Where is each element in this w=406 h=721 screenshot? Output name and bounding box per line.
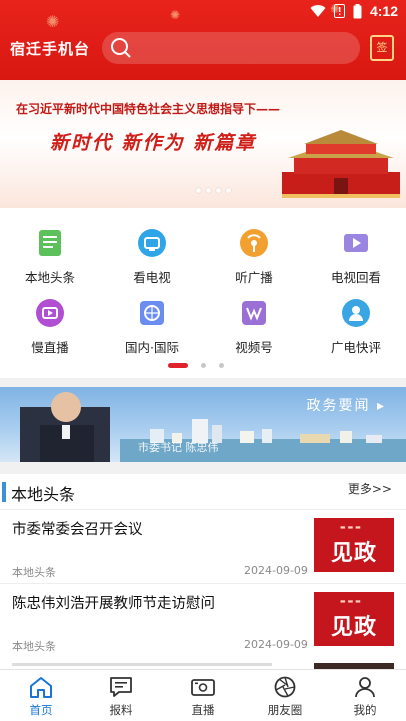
wifi-icon [310, 5, 326, 18]
banner-slogan: 新时代 新作为 新篇章 [50, 132, 257, 154]
grid-label: 看电视 [133, 270, 171, 285]
divider [0, 378, 406, 387]
tab-report[interactable]: 报料 [86, 676, 156, 718]
sign-in-button[interactable]: 签 [370, 35, 394, 61]
grid-item-quick-commentary[interactable]: 广电快评 [306, 296, 406, 356]
thumbnail-text: 见政 [330, 614, 377, 640]
status-time: 4:12 [369, 3, 398, 19]
news-list-item[interactable]: 市委常委会召开会议 本地头条 2024-09-09 ▬ ▬ ▬ 见政 [0, 510, 406, 584]
gov-news-banner[interactable]: 政务要闻 ▸ 市委书记 陈忠伟 [0, 387, 406, 462]
more-link[interactable]: 更多>> [348, 480, 392, 497]
thumbnail-brand-icon: ▬ ▬ ▬ [340, 598, 361, 605]
grid-label: 广电快评 [330, 340, 381, 355]
banner-indicator [196, 188, 231, 193]
grid-label: 视频号 [235, 340, 273, 355]
grid-label: 本地头条 [24, 270, 75, 285]
tab-label: 我的 [353, 703, 377, 717]
slow-live-icon [33, 296, 67, 330]
news-source: 本地头条 [12, 640, 56, 653]
sim-alert-icon [333, 4, 345, 18]
page-dot-active [168, 363, 188, 368]
banner-headline: 在习近平新时代中国特色社会主义思想指导下—— [16, 102, 281, 116]
app-logo: 宿迁手机台 [10, 40, 91, 58]
status-bar: 4:12 [0, 0, 406, 24]
tab-label: 报料 [109, 703, 133, 717]
grid-label: 慢直播 [31, 340, 69, 355]
feature-grid: 本地头条 看电视 听广播 电视回看 慢直播 国内·国际 视频号 广电快评 [0, 208, 406, 378]
page-dot [219, 363, 224, 368]
gov-news-caption: 市委书记 陈忠伟 [138, 441, 219, 454]
live-camera-icon [191, 679, 215, 696]
grid-label: 国内·国际 [125, 340, 179, 355]
truncated-title [12, 663, 272, 666]
grid-page-indicator [168, 363, 224, 368]
section-title: 本地头条 [11, 485, 76, 504]
thumbnail-text: 见政 [330, 540, 377, 566]
grid-label: 听广播 [235, 270, 273, 285]
local-headlines-header: 本地头条 更多>> [0, 474, 406, 510]
divider [0, 462, 406, 474]
grid-item-watch-tv[interactable]: 看电视 [102, 226, 202, 286]
news-thumbnail: ▬ ▬ ▬ 见政 [314, 592, 394, 646]
news-title: 陈忠伟刘浩开展教师节走访慰问 [12, 596, 215, 612]
grid-item-listen-radio[interactable]: 听广播 [204, 226, 304, 286]
tab-live[interactable]: 直播 [168, 676, 238, 718]
news-source: 本地头条 [12, 566, 56, 579]
grid-item-slow-live[interactable]: 慢直播 [0, 296, 100, 356]
tab-label: 朋友圈 [267, 703, 303, 717]
grid-label: 电视回看 [330, 270, 381, 285]
aperture-icon [274, 676, 296, 698]
report-icon [110, 677, 132, 697]
gov-news-title: 政务要闻 ▸ [306, 398, 386, 414]
grid-item-local-headlines[interactable]: 本地头条 [0, 226, 100, 286]
app-screen: ✺ ✺ ✺ 4:12 宿迁手机台 签 在习近平新时代中国特色社会主义思想指导下—… [0, 0, 406, 721]
grid-item-domestic-international[interactable]: 国内·国际 [102, 296, 202, 356]
globe-icon [135, 296, 169, 330]
headline-icon [33, 226, 67, 260]
news-list-item[interactable]: 陈忠伟刘浩开展教师节走访慰问 本地头条 2024-09-09 ▬ ▬ ▬ 见政 [0, 584, 406, 658]
page-dot [201, 363, 206, 368]
tab-home[interactable]: 首页 [6, 676, 76, 718]
news-date: 2024-09-09 [244, 638, 308, 651]
commentary-icon [339, 296, 373, 330]
video-channel-icon [237, 296, 271, 330]
banner-carousel[interactable]: 在习近平新时代中国特色社会主义思想指导下—— 新时代 新作为 新篇章 [0, 80, 406, 208]
battery-icon [353, 3, 362, 18]
news-date: 2024-09-09 [244, 564, 308, 577]
tab-profile[interactable]: 我的 [330, 676, 400, 718]
bottom-tab-bar: 首页 报料 直播 朋友圈 我的 [0, 669, 406, 721]
grid-item-video-channel[interactable]: 视频号 [204, 296, 304, 356]
thumbnail-brand-icon: ▬ ▬ ▬ [340, 524, 361, 531]
app-header: ✺ ✺ ✺ 4:12 宿迁手机台 签 [0, 0, 406, 80]
home-icon [30, 677, 52, 698]
grid-item-tv-replay[interactable]: 电视回看 [306, 226, 406, 286]
replay-icon [339, 226, 373, 260]
search-icon [111, 38, 131, 58]
tab-moments[interactable]: 朋友圈 [250, 676, 320, 718]
tab-label: 直播 [191, 703, 215, 717]
tv-icon [135, 226, 169, 260]
tiananmen-image [282, 130, 400, 198]
news-list-item-partial[interactable] [0, 655, 406, 669]
news-thumbnail: ▬ ▬ ▬ 见政 [314, 518, 394, 572]
section-accent-bar [2, 482, 6, 502]
profile-icon [355, 677, 375, 698]
search-bar[interactable] [102, 32, 360, 64]
radio-icon [237, 226, 271, 260]
news-title: 市委常委会召开会议 [12, 522, 143, 538]
tab-label: 首页 [29, 703, 53, 717]
